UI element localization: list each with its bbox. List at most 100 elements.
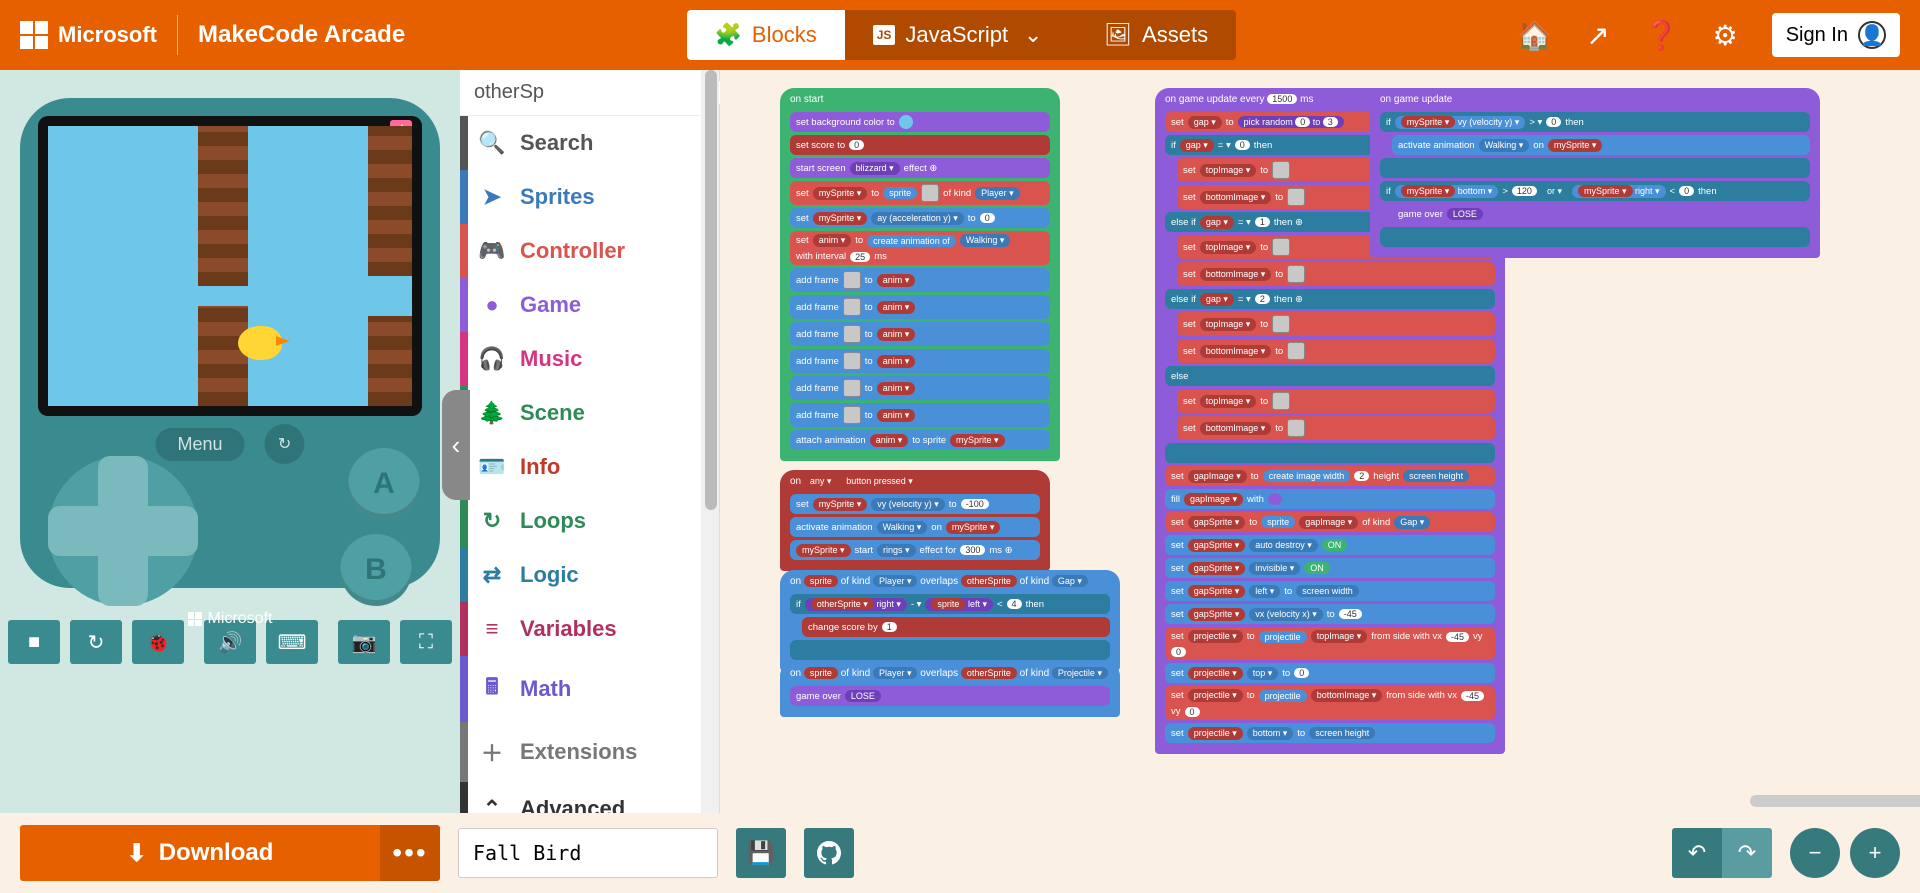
scene-icon: 🌲 (478, 400, 506, 426)
controller-icon: 🎮 (478, 238, 506, 264)
zoom-in-button[interactable]: + (1850, 828, 1900, 878)
help-icon[interactable]: ❓ (1644, 19, 1679, 52)
github-button[interactable] (804, 828, 854, 878)
obstacle-bottom-2 (368, 316, 412, 406)
blocks-workspace[interactable]: on start set background color to set sco… (720, 70, 1920, 813)
editor-tabs: 🧩 Blocks JS JavaScript ⌄ 🖼 Assets (687, 10, 1237, 60)
simulator-panel: i Menu ↻ (0, 70, 460, 813)
obstacle-bottom-1 (198, 306, 248, 406)
game-screen-frame (38, 116, 422, 416)
microsoft-squares-icon (20, 21, 48, 49)
home-icon[interactable]: 🏠 (1517, 19, 1552, 52)
toolbox-scrollbar[interactable] (701, 70, 719, 813)
project-name-input[interactable] (458, 828, 718, 878)
category-search[interactable]: 🔍 Search (460, 116, 719, 170)
category-extensions[interactable]: ＋ Extensions (460, 722, 719, 782)
product-title[interactable]: MakeCode Arcade (198, 21, 405, 49)
undo-button[interactable]: ↶ (1672, 828, 1722, 878)
category-label: Controller (520, 238, 625, 264)
category-label: Info (520, 454, 560, 480)
info-icon: 🪪 (478, 454, 506, 480)
category-label: Math (520, 676, 571, 702)
share-icon[interactable]: ↗ (1586, 19, 1609, 52)
game-console: i Menu ↻ (20, 98, 440, 588)
tab-blocks-label: Blocks (752, 22, 817, 48)
console-controls: Menu ↻ A B (38, 416, 422, 606)
category-label: Search (520, 130, 593, 156)
category-math[interactable]: 🖩 Math (460, 656, 719, 722)
sign-in-label: Sign In (1786, 24, 1848, 47)
reset-button[interactable]: ↻ (265, 424, 305, 464)
microsoft-logo[interactable]: Microsoft (20, 21, 157, 49)
block-on-overlap-gap[interactable]: on sprite of kind Player ▾ overlaps othe… (780, 570, 1120, 671)
extensions-icon: ＋ (478, 736, 506, 768)
category-variables[interactable]: ≡Variables (460, 602, 719, 656)
player-bird (238, 326, 282, 360)
category-label: Game (520, 292, 581, 318)
gear-icon[interactable]: ⚙ (1713, 19, 1738, 52)
collapse-simulator-button[interactable]: ‹ (442, 390, 470, 500)
zoom-group: − + (1790, 828, 1900, 878)
obstacle-top-2 (368, 126, 412, 276)
brand-label: Microsoft (58, 22, 157, 48)
js-icon: JS (873, 25, 896, 45)
header-divider (177, 15, 178, 55)
tab-javascript[interactable]: JS JavaScript ⌄ (845, 10, 1076, 60)
toolbox: 🔍 🔍 Search ➤ Sprites 🎮 Controller ● Game 🎧 Music 🌲… (460, 70, 720, 813)
category-label: Music (520, 346, 582, 372)
console-footer-label: Microsoft (208, 610, 273, 628)
tab-assets[interactable]: 🖼 Assets (1076, 10, 1236, 60)
main-area: i Menu ↻ (0, 70, 1920, 813)
block-on-game-update[interactable]: on game update ifmySprite ▾ vy (velocity… (1370, 88, 1820, 258)
category-label: Logic (520, 562, 579, 588)
obstacle-top-1 (198, 126, 248, 286)
music-icon: 🎧 (478, 346, 506, 372)
b-button[interactable]: B (340, 534, 412, 606)
microsoft-squares-icon (188, 612, 202, 626)
toolbox-search: 🔍 (460, 70, 719, 116)
category-label: Extensions (520, 739, 637, 765)
advanced-icon: ⌃ (478, 796, 506, 813)
tab-js-label: JavaScript (905, 22, 1008, 48)
search-icon: 🔍 (478, 130, 506, 156)
sign-in-button[interactable]: Sign In 👤 (1772, 13, 1900, 57)
category-controller[interactable]: 🎮 Controller (460, 224, 719, 278)
download-more-button[interactable]: ••• (380, 825, 440, 881)
block-on-start[interactable]: on start set background color to set sco… (780, 88, 1060, 461)
block-on-button[interactable]: on any ▾ button pressed ▾ setmySprite ▾v… (780, 470, 1050, 571)
category-label: Sprites (520, 184, 595, 210)
category-logic[interactable]: ⇄ Logic (460, 548, 719, 602)
dpad[interactable] (48, 456, 198, 606)
download-icon: ⬇ (127, 839, 147, 868)
zoom-out-button[interactable]: − (1790, 828, 1840, 878)
game-icon: ● (478, 292, 506, 318)
sprites-icon: ➤ (478, 184, 506, 210)
header-icons: 🏠 ↗ ❓ ⚙ Sign In 👤 (1517, 13, 1900, 57)
undo-redo-group: ↶ ↷ (1672, 828, 1772, 878)
category-music[interactable]: 🎧 Music (460, 332, 719, 386)
category-sprites[interactable]: ➤ Sprites (460, 170, 719, 224)
category-label: Advanced (520, 796, 625, 813)
tab-blocks[interactable]: 🧩 Blocks (687, 10, 845, 60)
category-info[interactable]: 🪪 Info (460, 440, 719, 494)
footer: ⬇ Download ••• 💾 ↶ ↷ − + (0, 813, 1920, 893)
save-button[interactable]: 💾 (736, 828, 786, 878)
chevron-down-icon[interactable]: ⌄ (1018, 22, 1048, 48)
variables-icon: ≡ (478, 616, 506, 642)
block-on-overlap-projectile[interactable]: on sprite of kind Player ▾ overlaps othe… (780, 662, 1120, 717)
hat-label: on start (790, 94, 1050, 109)
game-screen[interactable] (48, 126, 412, 406)
category-scene[interactable]: 🌲Scene (460, 386, 719, 440)
redo-button[interactable]: ↷ (1722, 828, 1772, 878)
math-icon: 🖩 (478, 670, 506, 708)
console-footer: Microsoft (38, 610, 422, 628)
a-button[interactable]: A (348, 448, 420, 520)
tab-assets-label: Assets (1142, 22, 1208, 48)
logic-icon: ⇄ (478, 562, 506, 588)
download-button[interactable]: ⬇ Download (20, 825, 380, 881)
category-advanced[interactable]: ⌃ Advanced (460, 782, 719, 813)
search-input[interactable] (474, 81, 739, 104)
category-game[interactable]: ● Game (460, 278, 719, 332)
workspace-scrollbar[interactable] (1750, 795, 1920, 807)
category-loops[interactable]: ↻Loops (460, 494, 719, 548)
